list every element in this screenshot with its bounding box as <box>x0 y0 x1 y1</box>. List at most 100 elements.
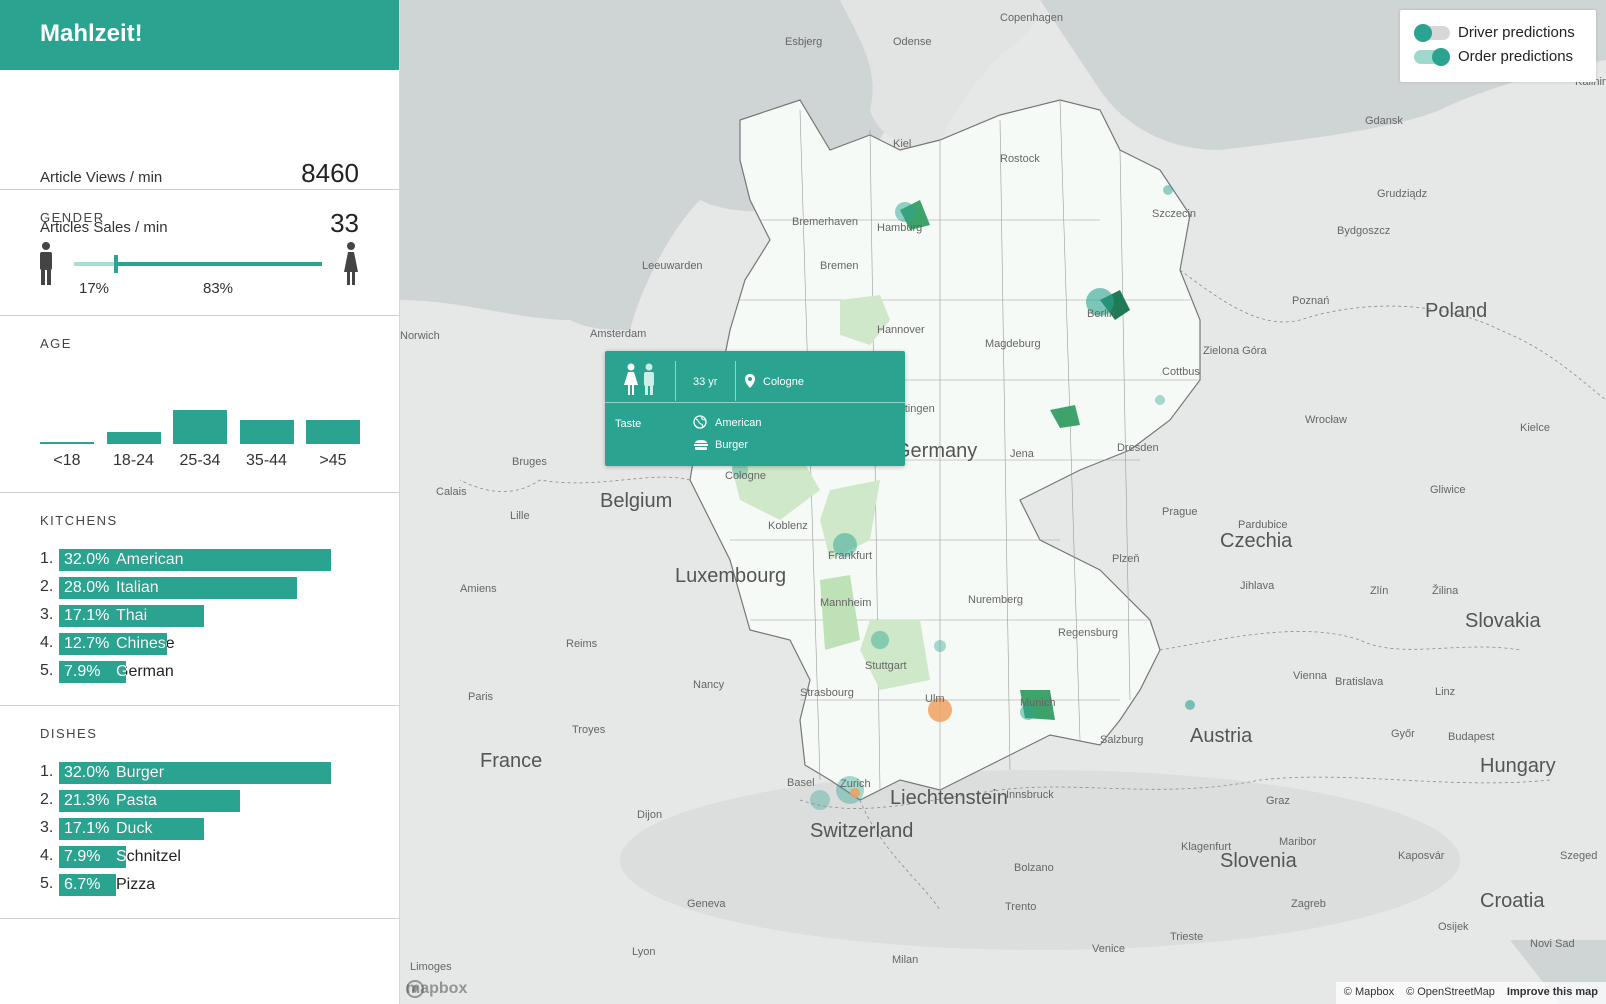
rank-number: 2. <box>40 578 54 595</box>
city-label: Reims <box>566 638 598 650</box>
rank-number: 3. <box>40 606 54 623</box>
city-label: Vienna <box>1293 670 1328 682</box>
item-label-on-bar: Burger <box>116 764 165 781</box>
map-attribution: © Mapbox © OpenStreetMap Improve this ma… <box>1335 982 1606 1004</box>
city-label: Mannheim <box>820 597 872 609</box>
city-label: Innsbruck <box>1006 789 1054 801</box>
city-label: Gdansk <box>1365 115 1403 127</box>
section-title: DISHES <box>40 726 98 741</box>
attribution-osm-link[interactable]: © OpenStreetMap <box>1406 986 1495 1000</box>
city-label: Szeged <box>1560 850 1598 862</box>
city-label: Bremerhaven <box>792 216 859 228</box>
dishes-row[interactable]: 4.7.9%SchnitzelSchnitzel <box>40 844 359 872</box>
dashboard-sidebar: Mahlzeit! Article Views / min 8460 Artic… <box>0 0 400 1004</box>
location-pin-icon <box>745 374 755 388</box>
country-label: Germany <box>895 440 978 462</box>
toggle-switch[interactable] <box>1414 47 1450 66</box>
article-views-stat: Article Views / min 8460 <box>40 158 359 189</box>
city-label: Klagenfurt <box>1181 841 1232 853</box>
city-label: Jihlava <box>1240 580 1275 592</box>
order-predictions-toggle[interactable]: Order predictions <box>1414 47 1574 66</box>
item-label-on-bar: Duck <box>116 820 153 837</box>
country-label: Slovenia <box>1220 850 1297 872</box>
city-label: Basel <box>787 777 815 789</box>
item-label: Pizza <box>116 876 156 893</box>
city-label: Calais <box>436 486 467 498</box>
item-label-on-bar: Italian <box>116 579 159 596</box>
gender-split-marker[interactable] <box>114 255 118 273</box>
city-label: Odense <box>893 36 932 48</box>
city-label: Linz <box>1435 686 1456 698</box>
toggle-knob <box>1432 47 1450 66</box>
country-label: Austria <box>1190 725 1253 747</box>
city-label: Wrocław <box>1305 414 1347 426</box>
age-section: AGE <18 18-24 25-34 35-44 >45 <box>0 316 399 493</box>
country-label: Czechia <box>1220 530 1293 552</box>
item-label-on-bar: Pasta <box>116 792 157 809</box>
driver-predictions-toggle[interactable]: Driver predictions <box>1414 23 1575 42</box>
section-title: KITCHENS <box>40 513 118 528</box>
age-label: 25-34 <box>179 452 221 469</box>
dishes-row[interactable]: 1. 32.0% Burger Burger <box>40 760 359 788</box>
share-bar-overlay: Burger <box>59 762 331 784</box>
dishes-row[interactable]: 5.6.7%PizzaPizza <box>40 872 359 900</box>
city-label: Trieste <box>1170 931 1204 943</box>
popup-divider <box>735 361 736 401</box>
share-bar-overlay: Thai <box>59 605 204 627</box>
city-label: Lyon <box>632 946 656 958</box>
age-bar <box>40 442 94 444</box>
age-bar <box>106 432 161 444</box>
share-bar-overlay: German <box>59 661 126 683</box>
city-label: Strasbourg <box>800 687 854 699</box>
mapbox-logo[interactable]: mapbox <box>406 980 467 998</box>
gender-pair-icon <box>624 363 654 395</box>
city-label: Zagreb <box>1291 898 1326 910</box>
popup-age: 33 yr <box>693 376 718 388</box>
rank-number: 1. <box>40 763 54 780</box>
age-bar <box>239 420 294 444</box>
city-label: Kaposvár <box>1398 850 1445 862</box>
dishes-row[interactable]: 3. 17.1% Duck Duck <box>40 816 359 844</box>
section-title: GENDER <box>40 210 105 225</box>
city-label: Cottbus <box>1162 366 1200 378</box>
kitchens-row[interactable]: 1. 32.0% American American <box>40 547 359 575</box>
rank-number: 4. <box>40 847 54 864</box>
kitchens-row[interactable]: 3. 17.1% Thai Thai <box>40 603 359 631</box>
map-canvas[interactable]: Germany Poland Belgium Luxembourg France Czec… <box>400 0 1606 1004</box>
country-label: Croatia <box>1480 890 1545 912</box>
city-label: Lille <box>510 510 530 522</box>
kitchens-row[interactable]: 2. 28.0% Italian Italian <box>40 575 359 603</box>
city-label: Salzburg <box>1100 734 1144 746</box>
city-label: Cologne <box>725 470 766 482</box>
popup-kitchen: American <box>715 417 762 429</box>
app-title: Mahlzeit! <box>0 0 399 70</box>
city-label: Magdeburg <box>985 338 1041 350</box>
share-bar-overlay: Duck <box>59 818 204 840</box>
improve-map-link[interactable]: Improve this map <box>1507 986 1598 1000</box>
city-label: Geneva <box>687 898 726 910</box>
dishes-section: DISHES 1. 32.0% Burger Burger 2. 21.3% Pasta Pa… <box>0 706 399 919</box>
attribution-mapbox-link[interactable]: © Mapbox <box>1344 986 1394 1000</box>
toggle-switch[interactable] <box>1414 23 1450 42</box>
dishes-row[interactable]: 2. 21.3% Pasta Pasta <box>40 788 359 816</box>
city-label: Limoges <box>410 961 452 973</box>
city-label: Venice <box>1092 943 1126 955</box>
city-label: Esbjerg <box>785 36 823 48</box>
gender-section: GENDER 17% 83% <box>0 190 399 316</box>
share-bar-overlay: American <box>59 549 331 571</box>
customer-popup: 33 yr Cologne Taste American Burger <box>605 351 905 466</box>
age-label: <18 <box>53 452 81 469</box>
city-label: Trento <box>1005 901 1037 913</box>
dishes-ranking: 1. 32.0% Burger Burger 2. 21.3% Pasta Pasta 3. 17… <box>40 760 359 900</box>
toggle-label: Order predictions <box>1458 48 1574 65</box>
city-label: Gliwice <box>1430 484 1466 496</box>
kitchens-row[interactable]: 5.7.9%GermanGerman <box>40 659 359 687</box>
rank-number: 4. <box>40 634 54 651</box>
age-label: 35-44 <box>246 452 287 469</box>
age-bar <box>173 410 227 444</box>
toggle-knob <box>1414 23 1432 42</box>
rank-number: 1. <box>40 550 54 567</box>
city-label: Hannover <box>877 324 925 336</box>
kitchens-row[interactable]: 4.12.7%ChineseChinese <box>40 631 359 659</box>
female-percentage: 83% <box>203 280 234 297</box>
